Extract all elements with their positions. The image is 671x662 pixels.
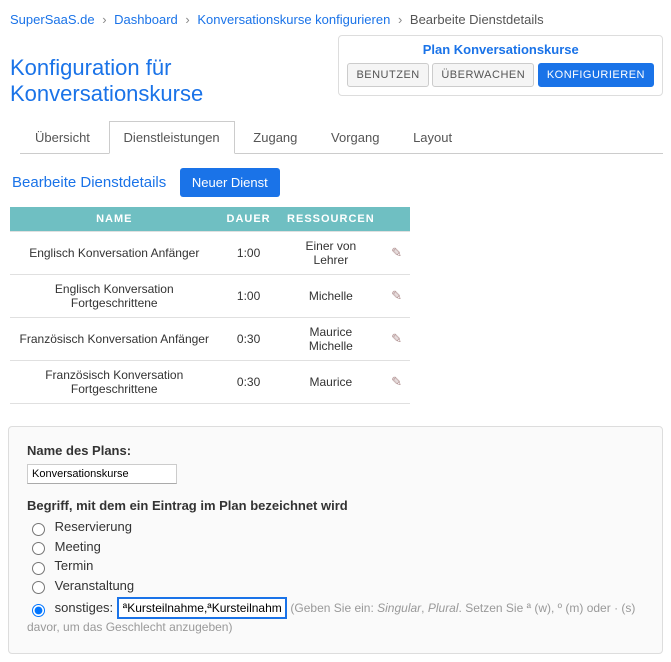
- breadcrumb-current: Bearbeite Dienstdetails: [410, 12, 544, 27]
- cell-duration: 1:00: [219, 232, 279, 275]
- tab-services[interactable]: Dienstleistungen: [109, 121, 235, 154]
- plan-box-title: Plan Konversationskurse: [347, 42, 654, 57]
- col-actions: [383, 207, 410, 232]
- cell-name: Englisch Konversation Fortgeschrittene: [10, 275, 219, 318]
- breadcrumb-link-dashboard[interactable]: Dashboard: [114, 12, 178, 27]
- plan-name-input[interactable]: [27, 464, 177, 484]
- breadcrumb-link-config[interactable]: Konversationskurse konfigurieren: [197, 12, 390, 27]
- edit-icon[interactable]: ✎: [391, 245, 402, 260]
- edit-icon[interactable]: ✎: [391, 288, 402, 303]
- use-button[interactable]: BENUTZEN: [347, 63, 428, 87]
- table-row: Französisch Konversation Fortgeschritten…: [10, 361, 410, 404]
- plan-name-label: Name des Plans:: [27, 443, 644, 458]
- cell-resources: Michelle: [279, 275, 383, 318]
- cell-resources: Einer von Lehrer: [279, 232, 383, 275]
- table-row: Englisch Konversation Anfänger1:00Einer …: [10, 232, 410, 275]
- tab-access[interactable]: Zugang: [238, 121, 312, 153]
- breadcrumb-sep: ›: [185, 12, 189, 27]
- radio-reservation[interactable]: [32, 523, 45, 536]
- radio-reservation-label: Reservierung: [55, 519, 132, 534]
- cell-name: Französisch Konversation Fortgeschritten…: [10, 361, 219, 404]
- term-label: Begriff, mit dem ein Eintrag im Plan bez…: [27, 498, 644, 513]
- radio-other[interactable]: [32, 604, 45, 617]
- tab-process[interactable]: Vorgang: [316, 121, 394, 153]
- subheader-title: Bearbeite Dienstdetails: [12, 174, 166, 191]
- radio-event-label: Veranstaltung: [55, 578, 135, 593]
- edit-icon[interactable]: ✎: [391, 331, 402, 346]
- new-service-button[interactable]: Neuer Dienst: [180, 168, 280, 197]
- cell-duration: 1:00: [219, 275, 279, 318]
- table-row: Französisch Konversation Anfänger0:30Mau…: [10, 318, 410, 361]
- tab-bar: Übersicht Dienstleistungen Zugang Vorgan…: [20, 121, 663, 154]
- edit-icon[interactable]: ✎: [391, 374, 402, 389]
- breadcrumb-sep: ›: [398, 12, 402, 27]
- radio-other-label: sonstiges:: [55, 600, 114, 615]
- breadcrumb-link-root[interactable]: SuperSaaS.de: [10, 12, 95, 27]
- table-row: Englisch Konversation Fortgeschrittene1:…: [10, 275, 410, 318]
- cell-duration: 0:30: [219, 318, 279, 361]
- plan-box: Plan Konversationskurse BENUTZEN ÜBERWAC…: [338, 35, 663, 96]
- subheader: Bearbeite Dienstdetails Neuer Dienst: [12, 168, 663, 197]
- breadcrumb-sep: ›: [102, 12, 106, 27]
- watch-button[interactable]: ÜBERWACHEN: [432, 63, 534, 87]
- tab-layout[interactable]: Layout: [398, 121, 467, 153]
- settings-panel: Name des Plans: Begriff, mit dem ein Ein…: [8, 426, 663, 654]
- services-table: NAME DAUER RESSOURCEN Englisch Konversat…: [10, 207, 410, 404]
- cell-resources: MauriceMichelle: [279, 318, 383, 361]
- col-duration: DAUER: [219, 207, 279, 232]
- col-resources: RESSOURCEN: [279, 207, 383, 232]
- configure-button[interactable]: KONFIGURIEREN: [538, 63, 654, 87]
- radio-appointment[interactable]: [32, 562, 45, 575]
- radio-appointment-label: Termin: [54, 558, 93, 573]
- tab-overview[interactable]: Übersicht: [20, 121, 105, 153]
- cell-name: Französisch Konversation Anfänger: [10, 318, 219, 361]
- radio-meeting-label: Meeting: [55, 539, 101, 554]
- other-term-input[interactable]: [117, 597, 287, 619]
- radio-event[interactable]: [32, 581, 45, 594]
- col-name: NAME: [10, 207, 219, 232]
- cell-name: Englisch Konversation Anfänger: [10, 232, 219, 275]
- breadcrumb: SuperSaaS.de › Dashboard › Konversations…: [8, 8, 663, 37]
- cell-duration: 0:30: [219, 361, 279, 404]
- cell-resources: Maurice: [279, 361, 383, 404]
- radio-meeting[interactable]: [32, 542, 45, 555]
